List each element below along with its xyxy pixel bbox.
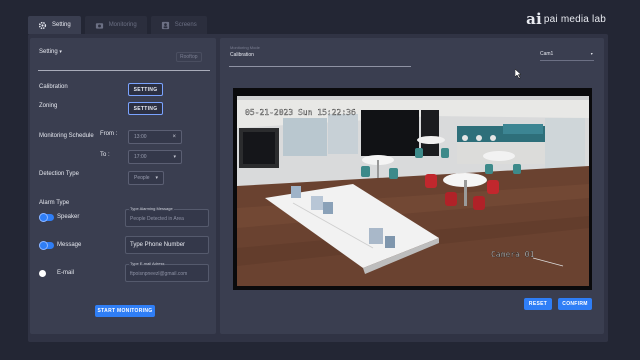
mode-caption: Monitoring Mode [230, 45, 260, 50]
camera-select-underline [540, 60, 594, 61]
tab-monitoring-label: Monitoring [108, 22, 137, 28]
mouse-cursor-icon [515, 69, 522, 79]
setting-dropdown-label: Setting [39, 49, 58, 55]
reset-button[interactable]: RESET [524, 298, 552, 310]
tab-monitoring[interactable]: Monitoring [84, 16, 147, 34]
mode-select[interactable]: Calibration [230, 52, 254, 58]
calibration-setting-button[interactable]: SETTING [128, 83, 163, 96]
email-field[interactable]: Type E-mail Adress ftpoisnpneezl@gmail.c… [125, 261, 209, 282]
phone-number-field[interactable]: Type Phone Number [125, 236, 209, 254]
brand-logo: ai pai media lab [526, 10, 606, 28]
zoning-setting-button[interactable]: SETTING [128, 102, 163, 115]
zoning-label: Zoning [39, 103, 58, 109]
camera-label: Camera 01 [491, 250, 535, 259]
phone-number-placeholder: Type Phone Number [130, 242, 186, 248]
camera-select[interactable]: Cam1 ▾ [540, 51, 593, 57]
detection-type-select[interactable]: People ▾ [128, 171, 164, 185]
caret-down-icon: ▾ [173, 154, 176, 160]
speaker-label: Speaker [57, 214, 80, 220]
brand-name: pai media lab [543, 14, 606, 25]
setting-dropdown[interactable]: Setting ▾ [39, 49, 62, 55]
email-radio[interactable] [39, 270, 46, 277]
to-time-value: 17:00 [134, 154, 147, 160]
camera-timestamp: 05-21-2023 Sun 15:22:36 [245, 108, 356, 117]
from-time-field[interactable]: 13:00 × [128, 130, 182, 144]
gear-icon [38, 21, 47, 29]
camera-feed: 05-21-2023 Sun 15:22:36 Camera 01 [233, 88, 592, 290]
confirm-button[interactable]: CONFIRM [558, 298, 592, 310]
to-label: To : [100, 152, 110, 158]
top-tabs: Setting Monitoring Screens [28, 16, 207, 34]
tab-screens[interactable]: Screens [150, 16, 207, 34]
message-toggle[interactable] [39, 241, 54, 250]
tab-setting[interactable]: Setting [28, 16, 81, 34]
email-caption: Type E-mail Adress [129, 261, 166, 266]
start-monitoring-button[interactable]: START MONITORING [95, 305, 155, 317]
detection-type-label: Detection Type [39, 171, 79, 177]
clear-icon[interactable]: × [172, 134, 176, 140]
alarming-message-caption: Type Alarming Message [129, 206, 174, 211]
message-label: Message [57, 242, 82, 248]
camera-icon [95, 22, 103, 29]
divider [38, 70, 210, 71]
email-label: E-mail [57, 270, 75, 276]
rooftop-select[interactable]: Rooftop [176, 52, 202, 62]
caret-down-icon: ▾ [155, 175, 158, 181]
tab-setting-label: Setting [52, 22, 71, 28]
tab-screens-label: Screens [174, 22, 197, 28]
from-label: From : [100, 131, 118, 137]
to-time-field[interactable]: 17:00 ▾ [128, 150, 182, 164]
from-time-value: 13:00 [134, 134, 147, 140]
alarming-message-value: People Detected in Area [130, 216, 184, 222]
detection-type-value: People [134, 175, 150, 181]
calibration-label: Calibration [39, 84, 68, 90]
caret-down-icon: ▾ [59, 49, 62, 55]
email-value: ftpoisnpneezl@gmail.com [130, 271, 188, 277]
mode-underline [229, 66, 411, 67]
settings-panel [30, 38, 216, 334]
brand-mark: ai [526, 10, 542, 28]
camera-scene: 05-21-2023 Sun 15:22:36 Camera 01 [233, 88, 592, 290]
camera-select-value: Cam1 [540, 51, 554, 57]
user-icon [161, 21, 169, 29]
speaker-toggle[interactable] [39, 213, 54, 222]
caret-down-icon: ▾ [590, 51, 593, 56]
alarm-type-label: Alarm Type [39, 200, 70, 206]
alarming-message-field[interactable]: Type Alarming Message People Detected in… [125, 206, 209, 227]
monitoring-schedule-label: Monitoring Schedule [39, 133, 94, 139]
